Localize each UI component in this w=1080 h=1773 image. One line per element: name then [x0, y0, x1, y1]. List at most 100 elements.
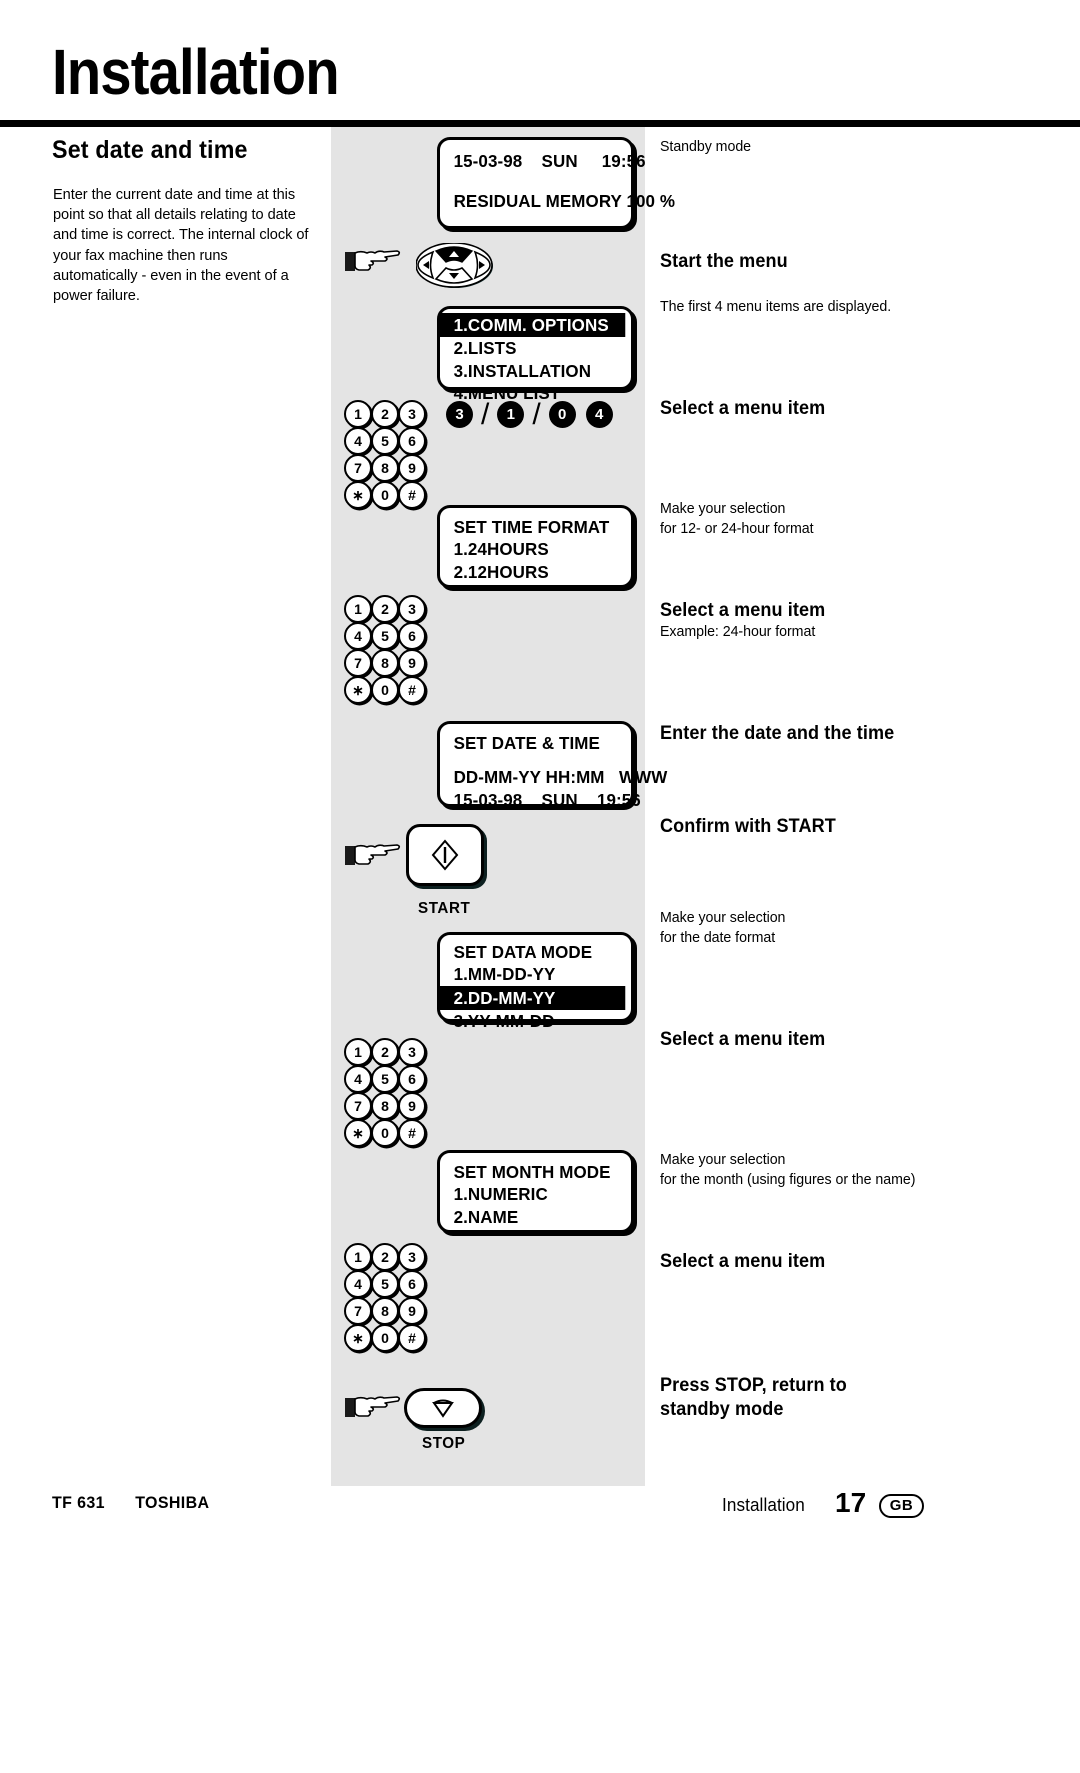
key-6[interactable]: 6: [398, 427, 426, 455]
key-7[interactable]: 7: [344, 1297, 372, 1325]
key-2[interactable]: 2: [371, 1243, 399, 1271]
key-1[interactable]: 1: [344, 1038, 372, 1066]
key-star[interactable]: ∗: [344, 1324, 372, 1352]
key-7[interactable]: 7: [344, 454, 372, 482]
annotation-month-mode-body: Make your selection for the month (using…: [660, 1152, 916, 1188]
keypad-row: ∗ 0 #: [344, 676, 426, 704]
key-0[interactable]: 0: [371, 1324, 399, 1352]
key-hash[interactable]: #: [398, 1324, 426, 1352]
key-9[interactable]: 9: [398, 649, 426, 677]
key-2[interactable]: 2: [371, 595, 399, 623]
lcd-month-mode-item-2: 2.NAME: [453, 1206, 519, 1227]
keypad-row: ∗ 0 #: [344, 1324, 426, 1352]
key-3[interactable]: 3: [398, 400, 426, 428]
footer-model: TF 631: [52, 1493, 105, 1512]
lcd-month-mode-title: SET MONTH MODE: [453, 1162, 611, 1182]
lcd-month-mode-item-1: 1.NUMERIC: [453, 1184, 548, 1205]
key-hash[interactable]: #: [398, 481, 426, 509]
key-star[interactable]: ∗: [344, 481, 372, 509]
lcd-date-time-mask: DD-MM-YY HH:MM WWW: [453, 767, 668, 788]
key-9[interactable]: 9: [398, 454, 426, 482]
key-3[interactable]: 3: [398, 1243, 426, 1271]
annotation-select-menu-item-3: Select a menu item: [660, 1029, 826, 1050]
key-5[interactable]: 5: [371, 427, 399, 455]
navigation-pad[interactable]: [416, 243, 494, 289]
keypad-3[interactable]: 1 2 3 4 5 6 7 8 9 ∗ 0 #: [344, 1038, 426, 1147]
key-hash[interactable]: #: [398, 676, 426, 704]
key-star[interactable]: ∗: [344, 1119, 372, 1147]
annotation-enter-date-time: Enter the date and the time: [660, 723, 895, 744]
key-4[interactable]: 4: [344, 622, 372, 650]
key-9[interactable]: 9: [398, 1092, 426, 1120]
pointing-hand-icon: [345, 1392, 401, 1422]
keypad-1[interactable]: 1 2 3 4 5 6 7 8 9 ∗ 0 #: [344, 400, 426, 509]
stop-button[interactable]: [404, 1388, 482, 1428]
footer-locale-badge: GB: [879, 1494, 924, 1518]
lcd-data-mode-item-3: 3.YY-MM-DD: [453, 1011, 555, 1032]
key-4[interactable]: 4: [344, 1270, 372, 1298]
annotation-select-menu-item-2-example: Example: 24-hour format: [660, 624, 816, 640]
key-8[interactable]: 8: [371, 1297, 399, 1325]
annotation-date-format-body: Make your selection for the date format: [660, 910, 786, 946]
lcd-data-mode-item-1: 1.MM-DD-YY: [453, 964, 556, 985]
lcd-standby: 15-03-98 SUN 19:56 RESIDUAL MEMORY 100 %: [437, 137, 675, 229]
start-button[interactable]: [406, 824, 484, 886]
keypad-row: 1 2 3: [344, 400, 426, 428]
key-3[interactable]: 3: [398, 595, 426, 623]
footer-model-brand: TF 631 TOSHIBA: [52, 1493, 209, 1513]
lcd-set-month-mode: SET MONTH MODE 1.NUMERIC 2.NAME: [437, 1150, 634, 1233]
key-7[interactable]: 7: [344, 649, 372, 677]
keypad-row: 1 2 3: [344, 595, 426, 623]
annotation-confirm-with-start: Confirm with START: [660, 816, 836, 837]
key-hash[interactable]: #: [398, 1119, 426, 1147]
key-0[interactable]: 0: [371, 676, 399, 704]
key-6[interactable]: 6: [398, 622, 426, 650]
key-7[interactable]: 7: [344, 1092, 372, 1120]
key-2[interactable]: 2: [371, 400, 399, 428]
key-6[interactable]: 6: [398, 1270, 426, 1298]
key-0[interactable]: 0: [371, 481, 399, 509]
keypad-2[interactable]: 1 2 3 4 5 6 7 8 9 ∗ 0 #: [344, 595, 426, 704]
key-star[interactable]: ∗: [344, 676, 372, 704]
keypad-row: 7 8 9: [344, 649, 426, 677]
key-8[interactable]: 8: [371, 1092, 399, 1120]
key-5[interactable]: 5: [371, 1270, 399, 1298]
annotation-select-menu-item-2: Select a menu item: [660, 600, 826, 621]
lcd-standby-line1: 15-03-98 SUN 19:56: [453, 151, 646, 171]
lcd-time-format: SET TIME FORMAT 1.24HOURS 2.12HOURS: [437, 505, 634, 588]
key-3[interactable]: 3: [398, 1038, 426, 1066]
annotation-start-menu-body: The first 4 menu items are displayed.: [660, 299, 892, 315]
key-5[interactable]: 5: [371, 1065, 399, 1093]
section-title: Set date and time: [52, 136, 248, 164]
key-2[interactable]: 2: [371, 1038, 399, 1066]
key-5[interactable]: 5: [371, 622, 399, 650]
annotation-standby: Standby mode: [660, 139, 752, 155]
key-8[interactable]: 8: [371, 649, 399, 677]
code-digit-3: 0: [548, 401, 576, 428]
keypad-row: ∗ 0 #: [344, 1119, 426, 1147]
key-9[interactable]: 9: [398, 1297, 426, 1325]
pointing-hand-icon: [345, 246, 401, 276]
lcd-spacer: [440, 172, 631, 190]
key-8[interactable]: 8: [371, 454, 399, 482]
key-0[interactable]: 0: [371, 1119, 399, 1147]
keypad-row: 7 8 9: [344, 1297, 426, 1325]
lcd-set-date-time: SET DATE & TIME DD-MM-YY HH:MM WWW 15-03…: [437, 721, 668, 810]
keypad-row: 1 2 3: [344, 1243, 426, 1271]
key-1[interactable]: 1: [344, 595, 372, 623]
key-4[interactable]: 4: [344, 1065, 372, 1093]
key-1[interactable]: 1: [344, 1243, 372, 1271]
footer-brand: TOSHIBA: [135, 1493, 210, 1512]
key-1[interactable]: 1: [344, 400, 372, 428]
annotation-time-format-body: Make your selection for 12- or 24-hour f…: [660, 501, 814, 537]
lcd-time-format-item-1: 1.24HOURS: [453, 539, 549, 560]
intro-paragraph: Enter the current date and time at this …: [53, 186, 309, 305]
key-4[interactable]: 4: [344, 427, 372, 455]
keypad-4[interactable]: 1 2 3 4 5 6 7 8 9 ∗ 0 #: [344, 1243, 426, 1352]
keypad-row: 7 8 9: [344, 1092, 426, 1120]
header-divider: [0, 120, 1080, 127]
key-6[interactable]: 6: [398, 1065, 426, 1093]
lcd-date-time-value: 15-03-98 SUN 19:56: [453, 789, 641, 810]
code-digit-2: 1: [497, 401, 525, 428]
keypad-row: 4 5 6: [344, 1270, 426, 1298]
